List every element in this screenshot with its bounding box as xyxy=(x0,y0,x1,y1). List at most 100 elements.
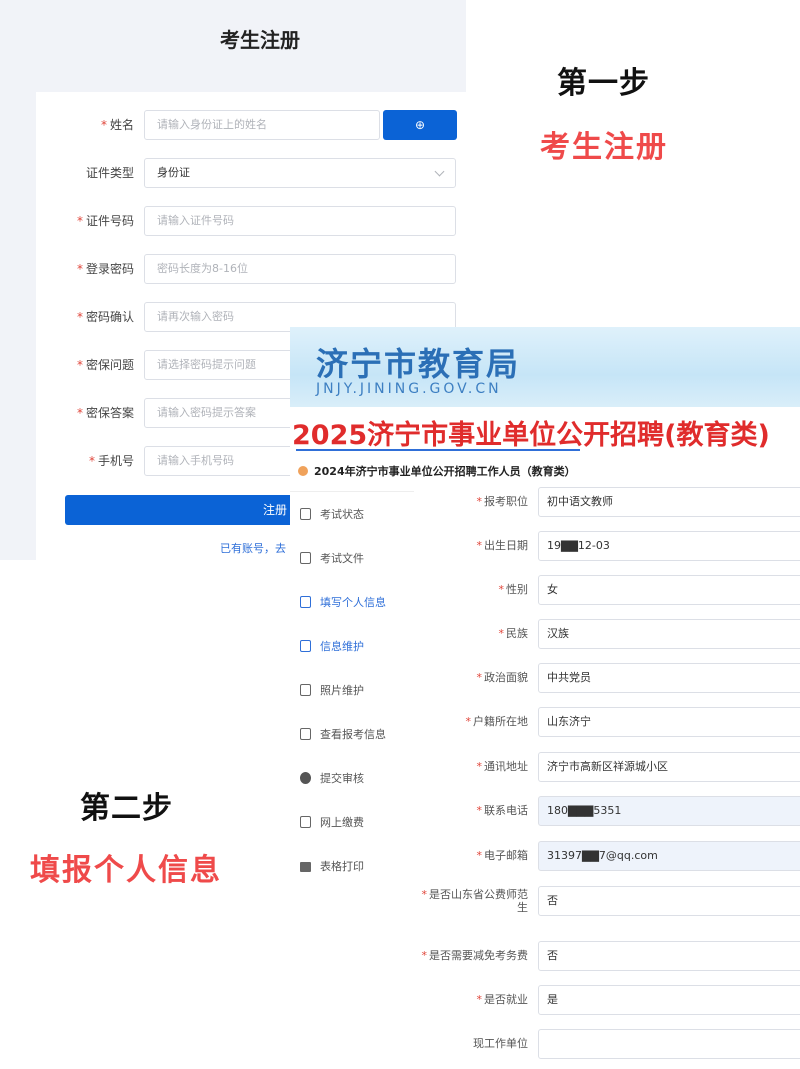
form-row-ethnicity: * 民族 汉族 xyxy=(420,619,800,649)
form-row-birthdate: * 出生日期 19▇▇12-03 xyxy=(420,531,800,561)
status-dot-icon xyxy=(298,466,308,476)
menu-item-photo-maintenance[interactable]: 照片维护 xyxy=(300,681,364,701)
id-type-select[interactable]: 身份证 xyxy=(144,158,456,188)
required-mark: * xyxy=(476,539,483,552)
address-field[interactable]: 济宁市高新区祥源城小区 xyxy=(538,752,800,782)
required-mark: * xyxy=(465,715,472,728)
position-label: 报考职位 xyxy=(484,495,528,508)
required-mark: * xyxy=(76,310,83,324)
id-number-label: 证件号码 xyxy=(85,214,134,228)
gender-field[interactable]: 女 xyxy=(538,575,800,605)
form-row-employed: * 是否就业 是 xyxy=(420,985,800,1015)
email-field[interactable]: 31397▇▇7@qq.com xyxy=(538,841,800,871)
security-question-label: 密保问题 xyxy=(85,358,134,372)
required-mark: * xyxy=(76,406,83,420)
edit-icon xyxy=(300,596,311,608)
id-type-value: 身份证 xyxy=(157,166,190,179)
bureau-banner: 济宁市教育局 JNJY.JINING.GOV.CN xyxy=(290,327,800,407)
gender-label: 性别 xyxy=(506,583,528,596)
login-link[interactable]: 已有账号，去 xyxy=(220,540,286,556)
printer-icon xyxy=(300,862,311,872)
form-row-household: * 户籍所在地 山东济宁 xyxy=(420,707,800,737)
required-mark: * xyxy=(76,358,83,372)
form-row-current-employer: 现工作单位 xyxy=(420,1029,800,1059)
id-type-row: 证件类型 身份证 xyxy=(36,158,466,188)
required-mark: * xyxy=(421,949,428,962)
menu-divider xyxy=(290,491,414,492)
required-mark: * xyxy=(76,262,83,276)
form-row-position: * 报考职位 初中语文教师 xyxy=(420,487,800,517)
ethnicity-field[interactable]: 汉族 xyxy=(538,619,800,649)
application-screenshot: 济宁市教育局 JNJY.JINING.GOV.CN 2025济宁市事业单位公开招… xyxy=(290,327,800,1069)
menu-item-exam-status[interactable]: 考试状态 xyxy=(300,505,364,525)
phone-label: 手机号 xyxy=(97,454,134,468)
name-row: * 姓名 请输入身份证上的姓名 ⊕ xyxy=(36,110,466,140)
current-employer-field[interactable] xyxy=(538,1029,800,1059)
required-mark: * xyxy=(498,627,505,640)
required-mark: * xyxy=(476,849,483,862)
ethnicity-label: 民族 xyxy=(506,627,528,640)
normal-student-label: 是否山东省公费师范生 xyxy=(429,888,528,914)
bureau-domain: JNJY.JINING.GOV.CN xyxy=(316,381,502,397)
menu-item-online-payment[interactable]: 网上缴费 xyxy=(300,813,364,833)
name-input[interactable]: 请输入身份证上的姓名 xyxy=(144,110,380,140)
form-row-political-status: * 政治面貌 中共党员 xyxy=(420,663,800,693)
required-mark: * xyxy=(476,993,483,1006)
email-label: 电子邮箱 xyxy=(484,849,528,862)
recruitment-subtitle-text: 2024年济宁市事业单位公开招聘工作人员（教育类） xyxy=(314,465,576,478)
payment-icon xyxy=(300,816,311,828)
required-mark: * xyxy=(476,671,483,684)
birthdate-field[interactable]: 19▇▇12-03 xyxy=(538,531,800,561)
password-input[interactable]: 密码长度为8-16位 xyxy=(144,254,456,284)
contact-phone-label: 联系电话 xyxy=(484,804,528,817)
id-number-row: * 证件号码 请输入证件号码 xyxy=(36,206,466,236)
id-number-input[interactable]: 请输入证件号码 xyxy=(144,206,456,236)
form-icon xyxy=(300,640,311,652)
chevron-down-icon xyxy=(434,166,445,177)
form-row-phone: * 联系电话 180▇▇▇5351 xyxy=(420,796,800,826)
form-row-email: * 电子邮箱 31397▇▇7@qq.com xyxy=(420,841,800,871)
political-status-field[interactable]: 中共党员 xyxy=(538,663,800,693)
menu-item-info-maintenance[interactable]: 信息维护 xyxy=(300,637,364,657)
normal-student-field[interactable]: 否 xyxy=(538,886,800,916)
step1-subtitle: 考生注册 xyxy=(540,130,668,165)
registration-page-title: 考生注册 xyxy=(220,28,300,52)
bureau-logo-text: 济宁市教育局 xyxy=(316,345,521,383)
required-mark: * xyxy=(476,760,483,773)
required-mark: * xyxy=(476,495,483,508)
menu-item-submit-review[interactable]: 提交审核 xyxy=(300,769,364,789)
household-label: 户籍所在地 xyxy=(473,715,528,728)
file-icon xyxy=(300,552,311,564)
name-lookup-button[interactable]: ⊕ xyxy=(383,110,457,140)
current-employer-label: 现工作单位 xyxy=(473,1037,528,1050)
password-row: * 登录密码 密码长度为8-16位 xyxy=(36,254,466,284)
menu-item-exam-files[interactable]: 考试文件 xyxy=(300,549,364,569)
household-field[interactable]: 山东济宁 xyxy=(538,707,800,737)
form-row-gender: * 性别 女 xyxy=(420,575,800,605)
user-card-icon xyxy=(300,728,311,740)
required-mark: * xyxy=(100,118,107,132)
menu-item-fill-personal-info[interactable]: 填写个人信息 xyxy=(300,593,386,613)
address-label: 通讯地址 xyxy=(484,760,528,773)
fee-waiver-label: 是否需要减免考务费 xyxy=(429,949,528,962)
political-status-label: 政治面貌 xyxy=(484,671,528,684)
contact-phone-field[interactable]: 180▇▇▇5351 xyxy=(538,796,800,826)
step2-subtitle: 填报个人信息 xyxy=(30,853,222,888)
recruitment-subtitle: 2024年济宁市事业单位公开招聘工作人员（教育类） xyxy=(298,463,576,479)
plus-circle-icon: ⊕ xyxy=(414,118,426,132)
menu-item-view-application[interactable]: 查看报考信息 xyxy=(300,725,386,745)
step1-title: 第一步 xyxy=(557,66,650,101)
check-circle-icon xyxy=(300,772,311,784)
id-type-label: 证件类型 xyxy=(85,166,134,180)
employed-label: 是否就业 xyxy=(484,993,528,1006)
fee-waiver-field[interactable]: 否 xyxy=(538,941,800,971)
form-row-normal-student: * 是否山东省公费师范生 否 xyxy=(420,886,800,922)
recruitment-heading: 2025济宁市事业单位公开招聘(教育类) xyxy=(292,420,770,451)
employed-field[interactable]: 是 xyxy=(538,985,800,1015)
form-row-address: * 通讯地址 济宁市高新区祥源城小区 xyxy=(420,752,800,782)
menu-item-print-form[interactable]: 表格打印 xyxy=(300,857,364,877)
birthdate-label: 出生日期 xyxy=(484,539,528,552)
position-field[interactable]: 初中语文教师 xyxy=(538,487,800,517)
required-mark: * xyxy=(76,214,83,228)
photo-icon xyxy=(300,684,311,696)
